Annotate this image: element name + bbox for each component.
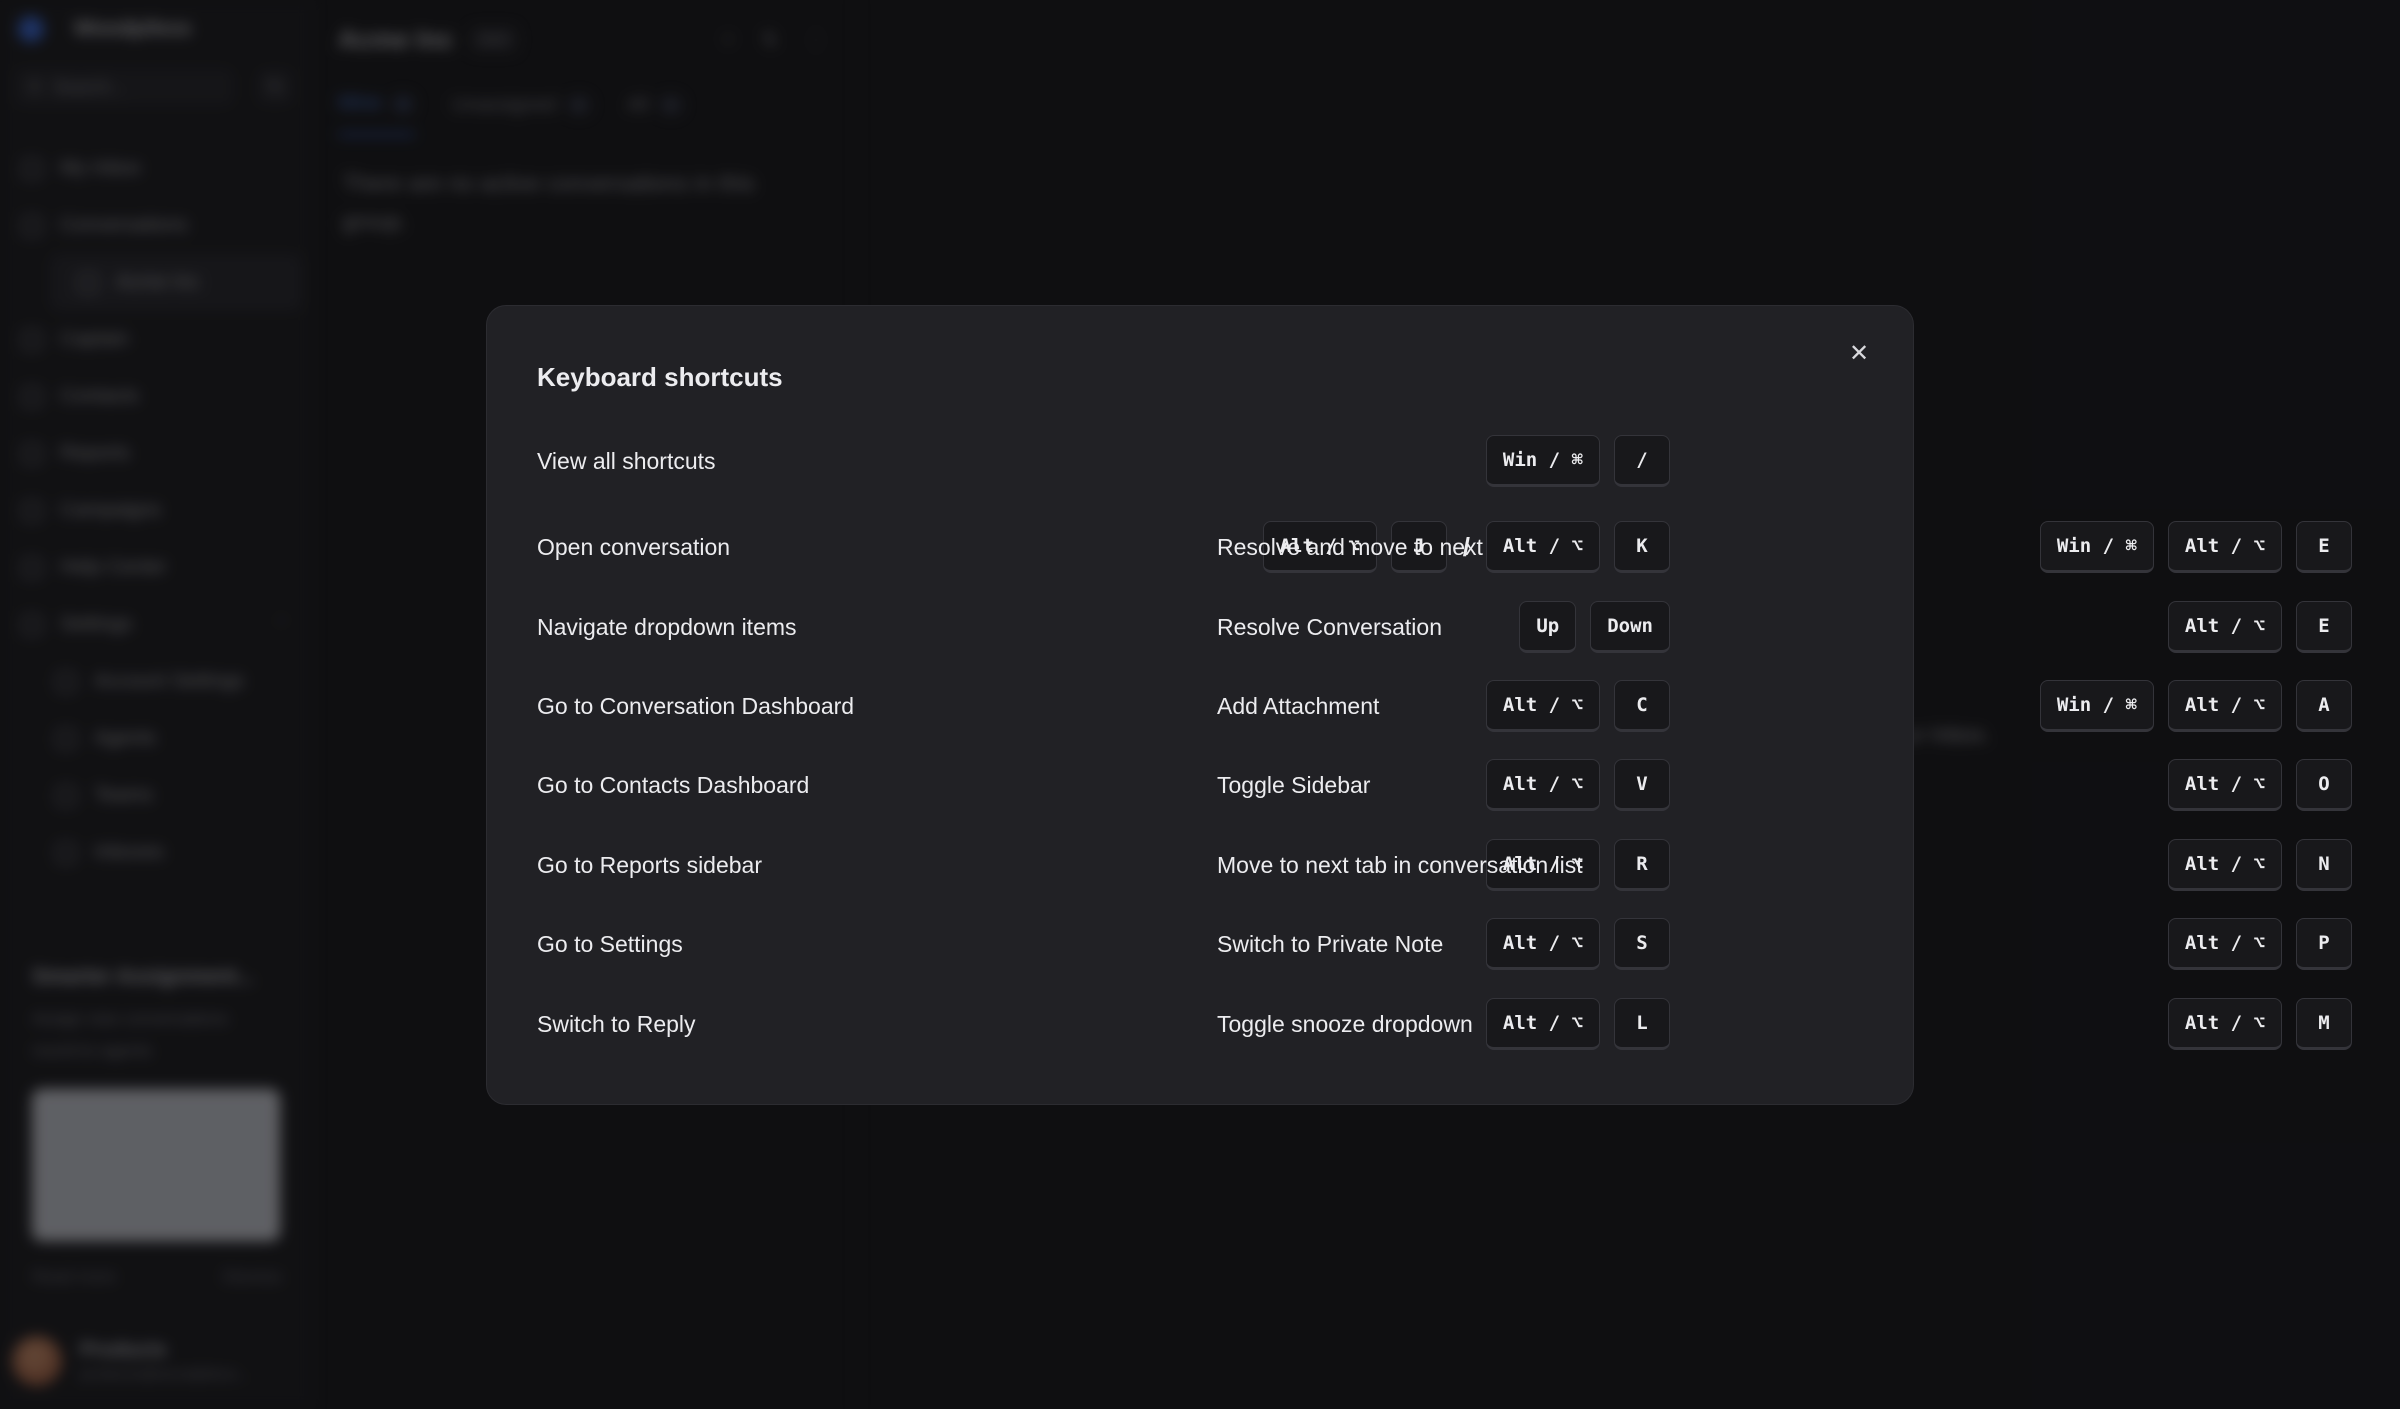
shortcut-label: View all shortcuts [537, 447, 716, 474]
key-cap: / [1614, 435, 1670, 487]
key-cap: Win / ⌘ [1485, 435, 1600, 487]
modal-title: Keyboard shortcuts [537, 362, 783, 392]
shortcut-label: Open conversation [537, 533, 731, 560]
shortcut-keys: Win / ⌘ Alt / ⌥ E [2039, 519, 2352, 575]
close-icon[interactable]: ✕ [1845, 340, 1873, 368]
key-cap: Alt / ⌥ [2167, 918, 2282, 970]
shortcut-keys: Win / ⌘ / [1485, 433, 1670, 489]
shortcut-label: Toggle snooze dropdown [1217, 1010, 1473, 1037]
key-cap: E [2296, 601, 2352, 653]
shortcut-label: Go to Settings [537, 930, 683, 957]
shortcut-row-private-note: Switch to Private Note Alt / ⌥ P [1217, 916, 2352, 972]
shortcut-keys: Alt / ⌥ E [2167, 599, 2352, 655]
key-cap: Win / ⌘ [2039, 521, 2154, 573]
key-cap: O [2296, 759, 2352, 811]
shortcut-label: Resolve Conversation [1217, 613, 1443, 640]
key-cap: Win / ⌘ [2039, 680, 2154, 732]
shortcut-row-view-all: View all shortcuts Win / ⌘ / [537, 433, 1670, 489]
key-cap: Alt / ⌥ [2167, 998, 2282, 1050]
key-cap: P [2296, 918, 2352, 970]
shortcut-keys: Alt / ⌥ N [2167, 837, 2352, 893]
shortcut-keys: Win / ⌘ Alt / ⌥ A [2039, 678, 2352, 734]
key-cap: Alt / ⌥ [2167, 839, 2282, 891]
shortcut-row-toggle-sidebar: Toggle Sidebar Alt / ⌥ O [1217, 757, 2352, 813]
key-cap: N [2296, 839, 2352, 891]
shortcut-keys: Alt / ⌥ M [2167, 996, 2352, 1052]
shortcut-label: Go to Reports sidebar [537, 851, 763, 878]
key-cap: E [2296, 521, 2352, 573]
shortcut-row-resolve-next: Resolve and move to next Win / ⌘ Alt / ⌥… [1217, 519, 2352, 575]
shortcut-label: Toggle Sidebar [1217, 771, 1371, 798]
shortcut-row-resolve-conversation: Resolve Conversation Alt / ⌥ E [1217, 599, 2352, 655]
shortcut-label: Go to Contacts Dashboard [537, 771, 810, 798]
shortcut-label: Add Attachment [1217, 692, 1380, 719]
key-cap: Alt / ⌥ [2167, 680, 2282, 732]
shortcut-keys: Alt / ⌥ P [2167, 916, 2352, 972]
shortcut-row-add-attachment: Add Attachment Win / ⌘ Alt / ⌥ A [1217, 678, 2352, 734]
shortcut-row-toggle-snooze: Toggle snooze dropdown Alt / ⌥ M [1217, 996, 2352, 1052]
shortcut-label: Navigate dropdown items [537, 613, 797, 640]
key-cap: M [2296, 998, 2352, 1050]
shortcut-keys: Alt / ⌥ O [2167, 757, 2352, 813]
key-cap: Alt / ⌥ [2167, 759, 2282, 811]
key-cap: Alt / ⌥ [2167, 521, 2282, 573]
shortcut-row-next-tab: Move to next tab in conversation list Al… [1217, 837, 2352, 893]
keyboard-shortcuts-modal: Keyboard shortcuts ✕ View all shortcuts … [486, 305, 2352, 1105]
shortcut-label: Go to Conversation Dashboard [537, 692, 855, 719]
key-cap: Alt / ⌥ [2167, 601, 2282, 653]
shortcut-label: Move to next tab in conversation list [1217, 851, 1583, 878]
shortcut-label: Switch to Reply [537, 1010, 696, 1037]
key-cap: A [2296, 680, 2352, 732]
shortcut-label: Switch to Private Note [1217, 930, 1444, 957]
shortcut-label: Resolve and move to next [1217, 533, 1483, 560]
